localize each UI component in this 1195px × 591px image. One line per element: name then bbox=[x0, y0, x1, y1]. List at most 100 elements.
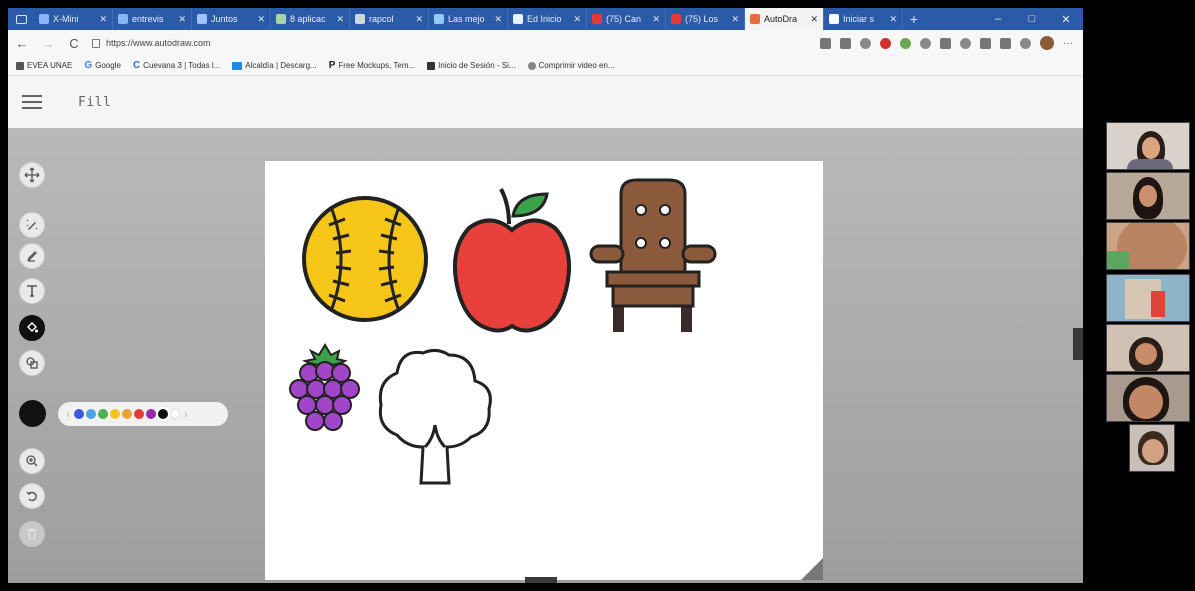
new-tab-button[interactable]: + bbox=[903, 8, 925, 30]
collections-icon[interactable] bbox=[1000, 37, 1011, 49]
paint-bucket-icon bbox=[27, 322, 38, 333]
participant-video[interactable] bbox=[1106, 374, 1190, 422]
tab[interactable]: rapcol ✕ bbox=[350, 8, 429, 30]
bookmark[interactable]: Comprimir video en... bbox=[527, 61, 615, 70]
history-icon[interactable] bbox=[960, 37, 971, 49]
bookmark[interactable]: Alcaldía | Descarg... bbox=[232, 61, 317, 70]
close-tab-icon[interactable]: ✕ bbox=[415, 14, 423, 25]
color-swatch[interactable] bbox=[74, 409, 84, 419]
tree-drawing[interactable] bbox=[375, 347, 495, 487]
maximize-button[interactable]: □ bbox=[1015, 8, 1049, 30]
zoom-tool-button[interactable] bbox=[19, 448, 45, 474]
horizontal-scrollbar[interactable] bbox=[525, 577, 557, 583]
tab[interactable]: Iniciar s ✕ bbox=[824, 8, 903, 30]
shape-tool-button[interactable] bbox=[19, 350, 45, 376]
color-swatch[interactable] bbox=[122, 409, 132, 419]
color-swatch[interactable] bbox=[86, 409, 96, 419]
downloads-icon[interactable] bbox=[980, 37, 991, 49]
undo-tool-button[interactable] bbox=[19, 483, 45, 509]
favorites-icon[interactable] bbox=[940, 37, 951, 49]
autodraw-tool-button[interactable] bbox=[19, 212, 45, 238]
type-tool-button[interactable] bbox=[19, 278, 45, 304]
address-bar-row: ← → C https://www.autodraw.com ··· bbox=[8, 30, 1083, 56]
tab[interactable]: 8 aplicac ✕ bbox=[271, 8, 350, 30]
participant-video[interactable] bbox=[1106, 122, 1190, 170]
close-tab-icon[interactable]: ✕ bbox=[652, 14, 660, 25]
canvas-resize-corner[interactable] bbox=[801, 558, 823, 580]
tab[interactable]: Las mejo ✕ bbox=[429, 8, 508, 30]
address-bar[interactable]: https://www.autodraw.com bbox=[92, 38, 632, 48]
minimize-button[interactable]: – bbox=[981, 8, 1015, 30]
extensions-puzzle-icon[interactable] bbox=[1020, 37, 1031, 49]
participant-video[interactable] bbox=[1106, 222, 1190, 270]
move-tool-button[interactable] bbox=[19, 162, 45, 188]
vertical-scrollbar[interactable] bbox=[1073, 328, 1083, 360]
apple-drawing[interactable] bbox=[451, 184, 573, 334]
delete-tool-button[interactable] bbox=[19, 521, 45, 547]
close-tab-icon[interactable]: ✕ bbox=[336, 14, 344, 25]
profile-avatar[interactable] bbox=[1040, 36, 1054, 50]
reader-mode-icon[interactable] bbox=[820, 37, 831, 49]
close-tab-icon[interactable]: ✕ bbox=[99, 14, 107, 25]
close-tab-icon[interactable]: ✕ bbox=[810, 14, 818, 25]
video-call-panel bbox=[1103, 118, 1193, 478]
participant-video[interactable] bbox=[1106, 274, 1190, 322]
close-window-button[interactable]: ✕ bbox=[1049, 8, 1083, 30]
extension-icon[interactable] bbox=[920, 37, 931, 49]
color-swatch[interactable] bbox=[98, 409, 108, 419]
tab-active[interactable]: AutoDra ✕ bbox=[745, 8, 824, 30]
tab[interactable]: (75) Los ✕ bbox=[666, 8, 745, 30]
tab[interactable]: X-Mini ✕ bbox=[34, 8, 113, 30]
color-swatch[interactable] bbox=[170, 409, 180, 419]
close-tab-icon[interactable]: ✕ bbox=[573, 14, 581, 25]
tab[interactable]: Juntos ✕ bbox=[192, 8, 271, 30]
back-button[interactable]: ← bbox=[14, 36, 30, 51]
more-menu-icon[interactable]: ··· bbox=[1063, 38, 1077, 49]
close-tab-icon[interactable]: ✕ bbox=[494, 14, 502, 25]
tab-label: Iniciar s bbox=[843, 14, 875, 24]
move-arrows-icon bbox=[24, 167, 40, 183]
color-swatch[interactable] bbox=[134, 409, 144, 419]
grapes-drawing[interactable] bbox=[287, 343, 365, 438]
color-swatch[interactable] bbox=[146, 409, 156, 419]
tab[interactable]: entrevis ✕ bbox=[113, 8, 192, 30]
bookmark-label: EVEA UNAE bbox=[27, 61, 73, 70]
participant-video[interactable] bbox=[1106, 324, 1190, 372]
participant-face bbox=[1142, 137, 1160, 159]
bookmark[interactable]: C Cuevana 3 | Todas l... bbox=[133, 60, 220, 71]
baseball-drawing[interactable] bbox=[301, 195, 429, 325]
chevron-left-icon[interactable]: ‹ bbox=[64, 407, 72, 421]
tracking-icon[interactable] bbox=[840, 37, 851, 49]
chair-drawing[interactable] bbox=[587, 176, 719, 334]
close-tab-icon[interactable]: ✕ bbox=[889, 14, 897, 25]
bookmark[interactable]: EVEA UNAE bbox=[16, 61, 72, 70]
bookmark[interactable]: Inicio de Sesión - Si... bbox=[427, 61, 516, 70]
close-tab-icon[interactable]: ✕ bbox=[178, 14, 186, 25]
forward-button[interactable]: → bbox=[40, 36, 56, 51]
tab-label: AutoDra bbox=[764, 14, 798, 24]
opera-extension-icon[interactable] bbox=[880, 37, 891, 49]
tab-actions-button[interactable] bbox=[8, 8, 34, 30]
drawing-canvas[interactable] bbox=[265, 161, 823, 580]
draw-tool-button[interactable] bbox=[19, 243, 45, 269]
tab[interactable]: Ed Inicio ✕ bbox=[508, 8, 587, 30]
reload-button[interactable]: C bbox=[66, 36, 82, 51]
participant-video[interactable] bbox=[1129, 424, 1175, 472]
close-tab-icon[interactable]: ✕ bbox=[731, 14, 739, 25]
fill-tool-button[interactable] bbox=[19, 315, 45, 341]
extension-icon[interactable] bbox=[860, 37, 871, 49]
color-swatch-selected[interactable] bbox=[158, 409, 168, 419]
tab-favicon bbox=[592, 14, 602, 24]
bookmark[interactable]: G Google bbox=[84, 60, 121, 71]
close-tab-icon[interactable]: ✕ bbox=[257, 14, 265, 25]
extension-icon[interactable] bbox=[900, 37, 911, 49]
hamburger-menu-icon[interactable] bbox=[22, 95, 42, 109]
participant-video[interactable] bbox=[1106, 172, 1190, 220]
shapes-icon bbox=[26, 357, 38, 369]
tab[interactable]: (75) Can ✕ bbox=[587, 8, 666, 30]
color-swatch[interactable] bbox=[110, 409, 120, 419]
bookmark[interactable]: P Free Mockups, Tem... bbox=[329, 60, 415, 71]
chevron-right-icon[interactable]: › bbox=[182, 407, 190, 421]
current-color-button[interactable] bbox=[19, 400, 46, 427]
participant-face bbox=[1135, 343, 1157, 365]
